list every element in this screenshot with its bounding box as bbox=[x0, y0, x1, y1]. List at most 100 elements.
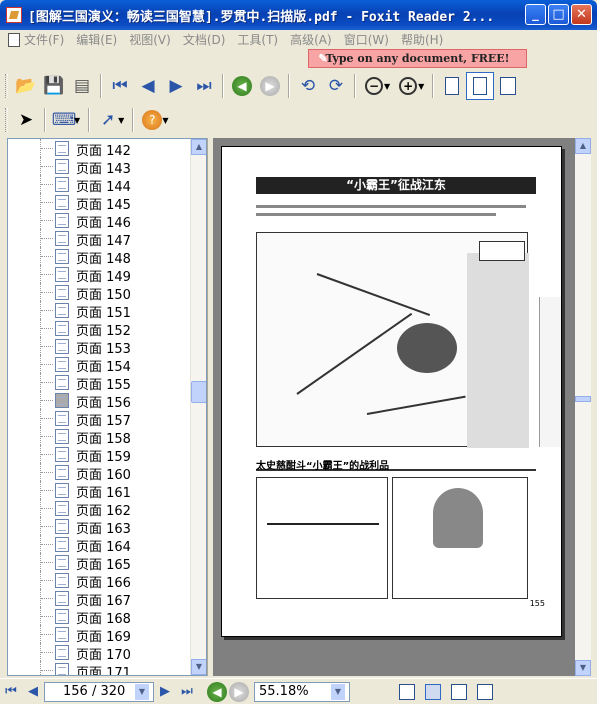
chevron-down-icon[interactable]: ▼ bbox=[418, 82, 424, 91]
facing-icon[interactable] bbox=[451, 683, 467, 700]
actual-size-icon[interactable] bbox=[438, 72, 466, 100]
page-list-item[interactable]: 页面 168 bbox=[8, 607, 191, 627]
print-icon[interactable]: ▤ bbox=[68, 72, 96, 100]
map-route bbox=[296, 312, 413, 395]
zoom-field[interactable]: 55.18% ▼ bbox=[254, 681, 350, 702]
page-number: 155 bbox=[529, 599, 545, 608]
tree-connector bbox=[40, 445, 54, 463]
page-list-item[interactable]: 页面 150 bbox=[8, 283, 191, 303]
page-list-item[interactable]: 页面 166 bbox=[8, 571, 191, 591]
page-list-item[interactable]: 页面 161 bbox=[8, 481, 191, 501]
title-bar[interactable]: [图解三国演义：畅读三国智慧].罗贯中.扫描版.pdf - Foxit Read… bbox=[0, 0, 597, 30]
prev-page-icon[interactable]: ◀ bbox=[22, 682, 44, 702]
menu-tools[interactable]: 工具(T) bbox=[237, 31, 278, 48]
next-page-icon[interactable]: ▶ bbox=[154, 682, 176, 702]
single-page-icon[interactable] bbox=[399, 683, 415, 700]
page-icon bbox=[55, 141, 69, 156]
page-list-item[interactable]: 页面 159 bbox=[8, 445, 191, 465]
page-list-item[interactable]: 页面 142 bbox=[8, 139, 191, 159]
document-view[interactable]: “小霸王”征战江东 太史慈酣斗“小霸王”的战利品 155 bbox=[213, 138, 583, 676]
separator bbox=[432, 74, 435, 98]
scroll-down-icon[interactable]: ▼ bbox=[575, 660, 591, 676]
menu-file[interactable]: 文件(F) bbox=[24, 31, 64, 48]
menu-advanced[interactable]: 高级(A) bbox=[290, 31, 332, 48]
page-list-item[interactable]: 页面 169 bbox=[8, 625, 191, 645]
page-list-item[interactable]: 页面 145 bbox=[8, 193, 191, 213]
menu-edit[interactable]: 编辑(E) bbox=[76, 31, 117, 48]
close-button[interactable]: ✕ bbox=[571, 4, 592, 25]
page-list-item[interactable]: 页面 171 bbox=[8, 661, 191, 675]
chevron-down-icon[interactable]: ▼ bbox=[74, 116, 80, 125]
page-icon bbox=[55, 447, 69, 462]
page-list-item[interactable]: 页面 144 bbox=[8, 175, 191, 195]
first-page-icon[interactable]: ⏮ bbox=[0, 682, 22, 702]
tools-toolbar: ➤ ⌨ ▼ ➚ ▼ ? ▼ bbox=[0, 104, 597, 136]
page-icon bbox=[55, 339, 69, 354]
save-icon[interactable]: 💾 bbox=[40, 72, 68, 100]
page-list-item[interactable]: 页面 162 bbox=[8, 499, 191, 519]
document-scrollbar[interactable]: ▲ ▼ bbox=[575, 138, 591, 676]
page-list-item[interactable]: 页面 157 bbox=[8, 409, 191, 429]
menu-help[interactable]: 帮助(H) bbox=[401, 31, 443, 48]
scroll-down-icon[interactable]: ▼ bbox=[191, 659, 206, 675]
tree-connector bbox=[40, 193, 54, 211]
page-list-item[interactable]: 页面 164 bbox=[8, 535, 191, 555]
chevron-down-icon[interactable]: ▼ bbox=[331, 683, 345, 700]
rotate-right-icon[interactable]: ⟳ bbox=[322, 72, 350, 100]
page-list-item[interactable]: 页面 167 bbox=[8, 589, 191, 609]
app-icon[interactable] bbox=[6, 7, 22, 23]
page-list-item[interactable]: 页面 148 bbox=[8, 247, 191, 267]
last-page-icon[interactable]: ⏭ bbox=[176, 682, 198, 702]
forward-icon[interactable]: ▶ bbox=[256, 72, 284, 100]
forward-icon[interactable]: ▶ bbox=[228, 681, 250, 702]
page-list-item[interactable]: 页面 152 bbox=[8, 319, 191, 339]
menu-document[interactable]: 文档(D) bbox=[183, 31, 226, 48]
continuous-facing-icon[interactable] bbox=[477, 683, 493, 700]
page-list-item[interactable]: 页面 154 bbox=[8, 355, 191, 375]
select-arrow-icon[interactable]: ➤ bbox=[12, 106, 40, 134]
back-icon[interactable]: ◀ bbox=[228, 72, 256, 100]
toolbar-grip[interactable] bbox=[5, 74, 8, 98]
document-icon[interactable] bbox=[8, 32, 20, 47]
ad-banner[interactable]: ✎ Type on any document, FREE! bbox=[308, 49, 527, 68]
page-list-item[interactable]: 页面 163 bbox=[8, 517, 191, 537]
page-list-item[interactable]: 页面 146 bbox=[8, 211, 191, 231]
fit-page-icon[interactable] bbox=[466, 72, 495, 100]
page-list-item[interactable]: 页面 158 bbox=[8, 427, 191, 447]
chevron-down-icon[interactable]: ▼ bbox=[135, 683, 149, 700]
page-list-item[interactable]: 页面 149 bbox=[8, 265, 191, 285]
maximize-button[interactable]: □ bbox=[548, 4, 569, 25]
page-number-field[interactable]: 156 / 320 ▼ bbox=[44, 681, 154, 702]
page-list-item[interactable]: 页面 155 bbox=[8, 373, 191, 393]
minimize-button[interactable]: _ bbox=[525, 4, 546, 25]
toolbar-grip[interactable] bbox=[5, 108, 8, 132]
page-list-item[interactable]: 页面 170 bbox=[8, 643, 191, 663]
page-list-item[interactable]: 页面 165 bbox=[8, 553, 191, 573]
scroll-up-icon[interactable]: ▲ bbox=[191, 139, 206, 155]
sidebar-scrollbar[interactable]: ▲ ▼ bbox=[190, 139, 206, 675]
open-icon[interactable]: 📂 bbox=[12, 72, 40, 100]
chevron-down-icon[interactable]: ▼ bbox=[118, 116, 124, 125]
fit-width-icon[interactable] bbox=[494, 72, 522, 100]
page-list-item[interactable]: 页面 147 bbox=[8, 229, 191, 249]
back-icon[interactable]: ◀ bbox=[206, 681, 228, 702]
page-list-item[interactable]: 页面 160 bbox=[8, 463, 191, 483]
scrollbar-thumb[interactable] bbox=[191, 381, 206, 403]
continuous-icon[interactable] bbox=[425, 683, 441, 700]
page-list-item[interactable]: 页面 153 bbox=[8, 337, 191, 357]
last-page-icon[interactable]: ⏭ bbox=[190, 72, 218, 100]
first-page-icon[interactable]: ⏮ bbox=[106, 72, 134, 100]
page-list-item[interactable]: 页面 156 bbox=[8, 391, 191, 411]
menu-view[interactable]: 视图(V) bbox=[129, 31, 171, 48]
tree-connector bbox=[40, 463, 54, 481]
chevron-down-icon[interactable]: ▼ bbox=[384, 82, 390, 91]
scrollbar-thumb[interactable] bbox=[575, 396, 591, 402]
menu-window[interactable]: 窗口(W) bbox=[344, 31, 389, 48]
prev-page-icon[interactable]: ◀ bbox=[134, 72, 162, 100]
rotate-left-icon[interactable]: ⟲ bbox=[294, 72, 322, 100]
scroll-up-icon[interactable]: ▲ bbox=[575, 138, 591, 154]
next-page-icon[interactable]: ▶ bbox=[162, 72, 190, 100]
page-list-item[interactable]: 页面 151 bbox=[8, 301, 191, 321]
page-list-item[interactable]: 页面 143 bbox=[8, 157, 191, 177]
chevron-down-icon[interactable]: ▼ bbox=[162, 116, 168, 125]
